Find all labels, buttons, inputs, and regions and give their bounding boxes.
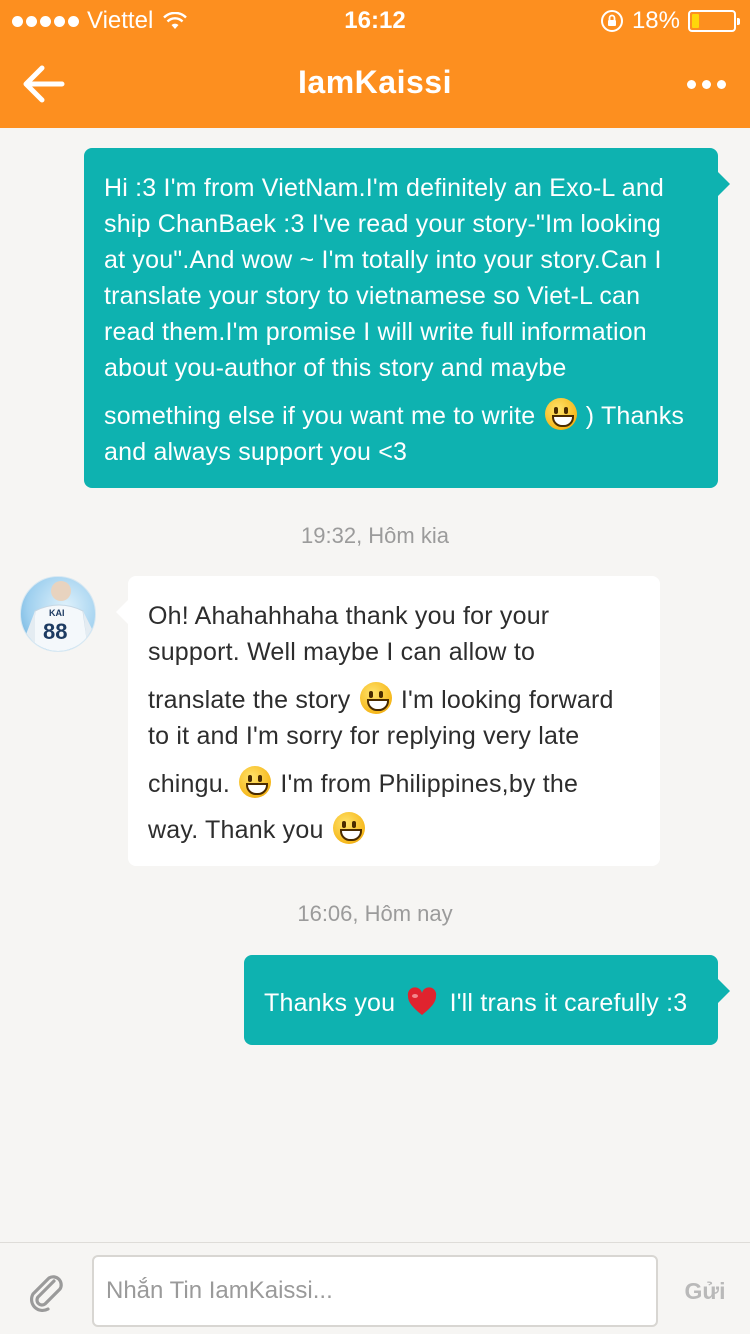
message-text: I'm looking forward [400, 686, 614, 714]
message-line: ship ChanBaek :3 I've read your story-"I… [104, 210, 662, 238]
message-line: something else if you want me to write )… [104, 398, 698, 434]
message-text: Thanks you [264, 989, 396, 1017]
message-outgoing[interactable]: Hi :3 I'm from VietNam.I'm definitely an… [84, 148, 730, 488]
more-options-button[interactable] [684, 64, 728, 104]
grinning-emoji-icon [239, 766, 272, 798]
message-text: something else if you want me to write [104, 402, 536, 430]
message-line: read them.I'm promise I will write full … [104, 318, 647, 346]
message-input[interactable] [92, 1255, 658, 1327]
message-line: support. Well maybe I can allow to [148, 638, 536, 666]
message-line: about you-author of this story and maybe [104, 354, 567, 382]
timestamp: 16:06, Hôm nay [297, 901, 453, 926]
message-line: chingu. I'm from Philippines,by the [148, 766, 640, 802]
message-composer: Gửi [0, 1242, 750, 1334]
message-line: translate your story to vietnamese so Vi… [104, 282, 641, 310]
message-text: translate the story [148, 686, 351, 714]
heart-emoji-icon [408, 987, 437, 1015]
avatar-jersey-number: 88 [43, 619, 67, 644]
avatar[interactable]: KAI 88 [20, 576, 96, 652]
message-text: I'm from Philippines,by the [280, 770, 579, 798]
grinning-emoji-icon [332, 812, 365, 844]
message-text: chingu. [148, 770, 231, 798]
attach-button[interactable] [22, 1267, 70, 1315]
timestamp: 19:32, Hôm kia [301, 523, 449, 548]
message-line: Thanks you I'll trans it carefully :3 [264, 985, 698, 1021]
message-text: I'll trans it carefully :3 [449, 989, 688, 1017]
ellipsis-icon [686, 79, 696, 89]
status-right: 18% [600, 7, 740, 35]
avatar-jersey-name: KAI [49, 608, 65, 618]
battery-fill [692, 14, 700, 28]
send-button[interactable]: Gửi [672, 1267, 738, 1315]
message-incoming[interactable]: Oh! Ahahahhaha thank you for your suppor… [116, 576, 660, 866]
battery-percent: 18% [631, 7, 680, 34]
conversation-title: IamKaissi [298, 64, 452, 100]
message-line: and always support you <3 [104, 438, 408, 466]
avatar-image: KAI 88 [25, 581, 95, 651]
message-line: way. Thank you [148, 812, 640, 848]
message-line: at you".And wow ~ I'm totally into your … [104, 246, 662, 274]
nav-bar: IamKaissi [0, 40, 750, 128]
battery-icon [688, 10, 740, 32]
message-outgoing[interactable]: Thanks you I'll trans it carefully :3 [244, 955, 730, 1045]
grinning-emoji-icon [544, 398, 577, 430]
message-text: way. Thank you [148, 816, 324, 844]
paperclip-icon [29, 1275, 63, 1313]
grinning-emoji-icon [359, 682, 392, 714]
message-line: Oh! Ahahahhaha thank you for your [148, 602, 550, 630]
message-line: Hi :3 I'm from VietNam.I'm definitely an… [104, 174, 665, 202]
message-line: translate the story I'm looking forward [148, 682, 640, 718]
message-line: to it and I'm sorry for replying very la… [148, 722, 580, 750]
rotation-lock-icon [600, 10, 623, 32]
message-text: ) Thanks [585, 402, 685, 430]
app-header: Viettel 16:12 18% IamKaissi [0, 0, 750, 128]
status-bar: Viettel 16:12 18% [0, 0, 750, 40]
